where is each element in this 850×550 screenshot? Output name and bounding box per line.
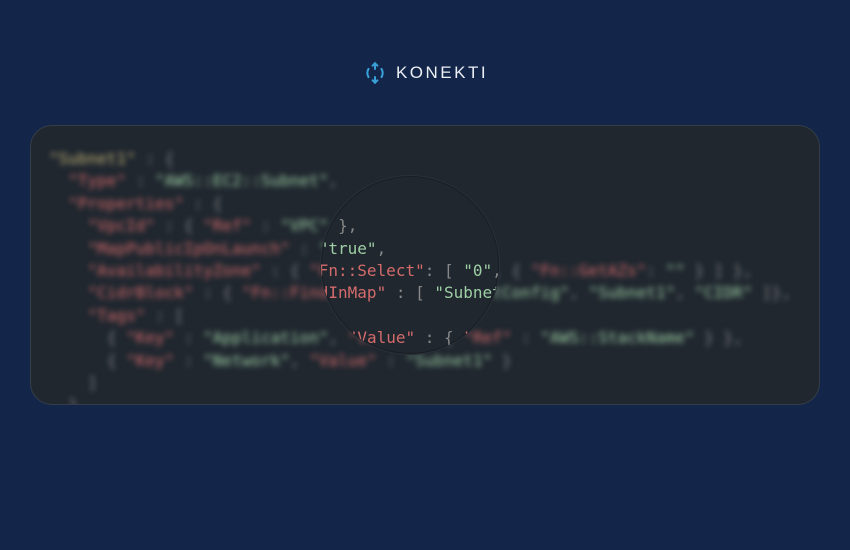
magnifier-lens: "Subnet1" : { "Type" : "AWS::EC2::Subnet…	[320, 175, 500, 355]
brand-header: KONEKTI	[0, 60, 850, 86]
brand-name: KONEKTI	[396, 63, 488, 83]
code-sharp: "Subnet1" : { "Type" : "AWS::EC2::Subnet…	[320, 175, 500, 355]
brand-logo-icon	[362, 60, 388, 86]
